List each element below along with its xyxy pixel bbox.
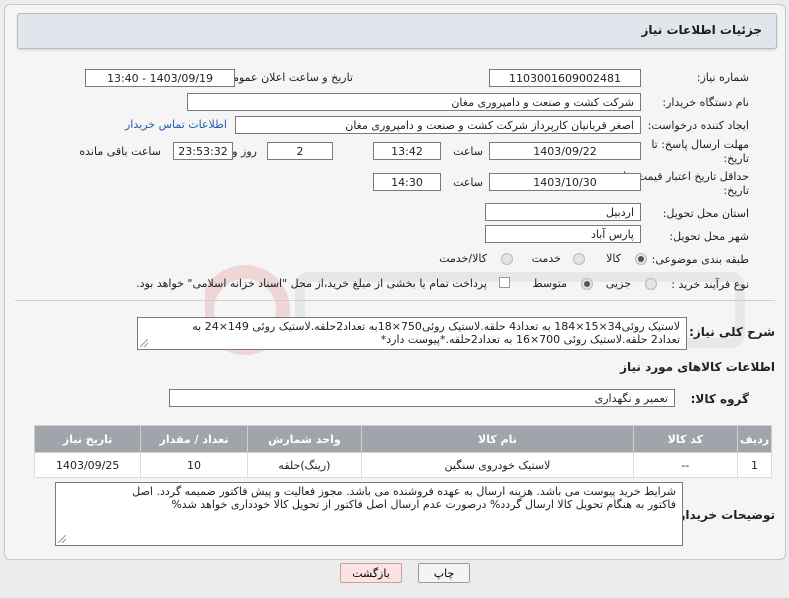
category-goods-service-radio[interactable] [501,253,513,265]
remaining-label: ساعت باقی مانده [79,145,161,158]
city-field: پارس آباد [485,225,641,243]
validity-label: حداقل تاریخ اعتبار قیمت: تا [623,170,749,183]
days-field: 2 [267,142,333,160]
announce-field: 1403/09/19 - 13:40 [85,69,235,87]
buyer-notes-textarea[interactable]: شرایط خرید پیوست می باشد. هزینه ارسال به… [55,482,683,546]
col-need-date: تاریخ نیاز [33,425,142,453]
cell-need-date: 1403/09/25 [33,452,142,478]
creator-label: ایجاد کننده درخواست: [647,119,749,132]
description-line-2: تعداد2 حلقه.لاستیک روئی 700×16 به تعداد2… [380,333,680,346]
buyer-notes-line-2: فاکتور به هنگام تحویل کالا ارسال گردد% د… [171,498,676,511]
col-quantity: تعداد / مقدار [140,425,248,453]
category-label: طبقه بندی موضوعی: [651,253,749,266]
panel-title: جزئیات اطلاعات نیاز [641,23,762,37]
process-label: نوع فرآیند خرید : [671,278,749,291]
description-label: شرح کلی نیاز: [689,325,775,339]
col-code: کد کالا [632,425,738,453]
process-medium-radio[interactable] [581,278,593,290]
buyer-notes-line-1: شرایط خرید پیوست می باشد. هزینه ارسال به… [132,485,676,498]
col-row: ردیف [736,425,773,453]
deadline-time-field: 13:42 [373,142,441,160]
goods-info-title: اطلاعات کالاهای مورد نیاز [620,360,775,374]
buyer-field: شرکت کشت و صنعت و دامپروری مغان [187,93,641,111]
separator [15,300,775,301]
city-label: شهر محل تحویل: [669,230,749,243]
print-button[interactable]: چاپ [418,563,470,583]
category-service-radio[interactable] [573,253,585,265]
category-goods-label: کالا [606,252,621,265]
table-header-row: ردیف کد کالا نام کالا واحد شمارش تعداد /… [33,425,773,453]
province-label: استان محل تحویل: [662,207,749,220]
category-goods-service-label: کالا/خدمت [439,252,487,265]
goods-table: ردیف کد کالا نام کالا واحد شمارش تعداد /… [33,425,773,478]
buyer-label: نام دستگاه خریدار: [662,96,749,109]
need-number-field: 1103001609002481 [489,69,641,87]
validity-date-field: 1403/10/30 [489,173,641,191]
validity-time-label: ساعت [453,176,483,189]
back-button[interactable]: بازگشت [340,563,402,583]
province-field: اردبیل [485,203,641,221]
table-row: 1 -- لاستیک خودروی سنگین (رینگ)حلقه 10 1… [33,452,773,478]
treasury-note: پرداخت تمام یا بخشی از مبلغ خرید،از محل … [136,277,487,290]
treasury-checkbox[interactable] [499,277,510,288]
goods-group-field: تعمیر و نگهداری [169,389,675,407]
category-goods-radio[interactable] [635,253,647,265]
description-textarea[interactable]: لاستیک روئی34×15×184 به تعداد4 حلقه.لاست… [137,317,687,350]
description-line-1: لاستیک روئی34×15×184 به تعداد4 حلقه.لاست… [192,320,680,333]
buyer-notes-label: توضیحات خریدار: [673,508,775,522]
deadline-date-field: 1403/09/22 [489,142,641,160]
category-service-label: خدمت [531,252,561,265]
col-name: نام کالا [361,425,634,453]
goods-group-label: گروه کالا: [690,392,749,406]
days-label: روز و [232,145,257,158]
deadline-label: مهلت ارسال پاسخ: تا [651,138,749,151]
validity-time-field: 14:30 [373,173,441,191]
cell-quantity: 10 [140,452,248,478]
buyer-contact-link[interactable]: اطلاعات تماس خریدار [125,118,227,131]
panel-header: جزئیات اطلاعات نیاز [17,13,777,49]
resize-grip-icon[interactable] [140,339,148,347]
validity-label-date: تاریخ: [723,184,749,197]
process-minor-radio[interactable] [645,278,657,290]
process-minor-label: جزیی [605,277,631,290]
col-unit: واحد شمارش [246,425,363,453]
cell-code: -- [632,452,738,478]
deadline-label-date: تاریخ: [723,152,749,165]
process-medium-label: متوسط [532,277,567,290]
creator-field: اصغر قربانیان کارپرداز شرکت کشت و صنعت و… [235,116,641,134]
cell-name: لاستیک خودروی سنگین [361,452,634,478]
deadline-time-label: ساعت [453,145,483,158]
remaining-time-field: 23:53:32 [173,142,233,160]
cell-row: 1 [736,452,773,478]
cell-unit: (رینگ)حلقه [246,452,363,478]
announce-label: تاریخ و ساعت اعلان عمومی: [220,71,353,84]
resize-grip-icon[interactable] [58,535,66,543]
need-number-label: شماره نیاز: [696,71,749,84]
